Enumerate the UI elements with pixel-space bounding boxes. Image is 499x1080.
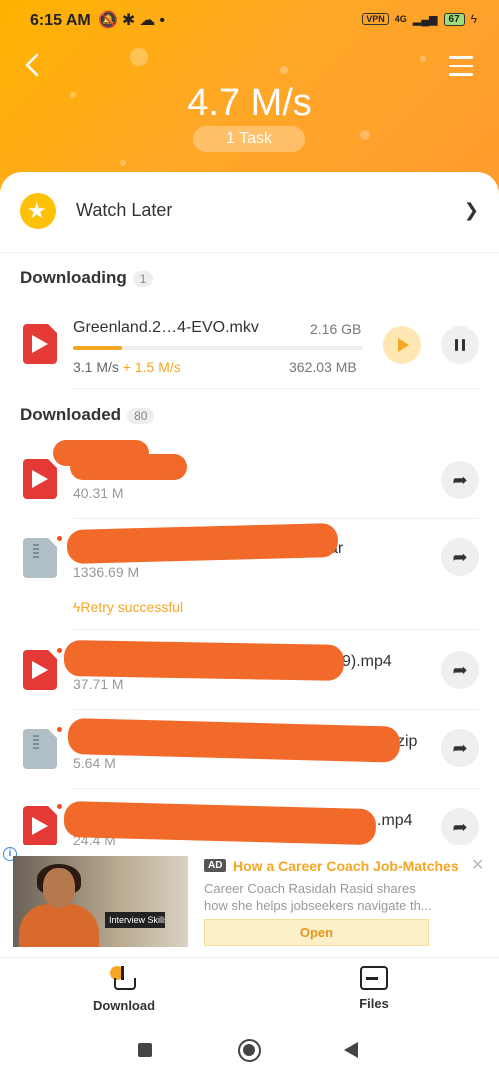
total-speed: 4.7 M/s (187, 82, 312, 124)
pause-button[interactable] (441, 326, 479, 364)
download-speed: 3.1 M/s + 1.5 M/s (73, 359, 181, 375)
redaction (70, 454, 187, 480)
divider (73, 788, 479, 789)
download-icon (110, 966, 138, 992)
divider (73, 709, 479, 710)
ad-badge: AD (204, 859, 227, 872)
share-button[interactable]: ➦ (441, 538, 479, 576)
section-title-downloading: Downloading 1 (20, 268, 154, 288)
home-icon[interactable] (238, 1039, 261, 1062)
play-icon (398, 338, 409, 352)
ad-banner[interactable]: i Interview Skills AD How a Career Coach… (0, 845, 499, 957)
share-button[interactable]: ➦ (441, 651, 479, 689)
divider (0, 252, 499, 253)
decor-dot (280, 66, 288, 74)
zip-file-icon (23, 729, 57, 769)
video-file-icon (23, 650, 57, 690)
charging-icon: ϟ (470, 12, 477, 26)
star-icon: ★ (20, 193, 56, 229)
ad-image-sign: Interview Skills (105, 912, 165, 928)
bottom-navigation: Download Files (0, 957, 499, 1021)
divider (73, 629, 479, 630)
file-size: 5.64 M (73, 755, 116, 771)
file-size: 37.71 M (73, 676, 124, 692)
file-name: 9).mp4 (342, 653, 392, 670)
nav-label: Download (92, 998, 156, 1013)
decor-dot (360, 130, 370, 140)
signal-icon: ▂▄▆ (412, 13, 438, 26)
share-icon: ➦ (452, 547, 468, 567)
file-name: zip (397, 733, 418, 750)
clock: 6:15 AM (30, 12, 91, 29)
download-progress-bar (73, 346, 363, 350)
ad-title[interactable]: How a Career Coach Job-Matches (233, 858, 459, 874)
share-button[interactable]: ➦ (441, 729, 479, 767)
video-file-icon (23, 806, 57, 846)
file-name: Greenland.2…4-EVO.mkv (73, 319, 259, 336)
person-illustration (19, 864, 99, 947)
notification-icons: 🔕✱☁• (98, 12, 169, 29)
count-badge: 1 (132, 270, 154, 287)
count-badge: 80 (127, 407, 155, 424)
share-button[interactable]: ➦ (441, 461, 479, 499)
battery-icon: 67 (443, 12, 465, 26)
share-icon: ➦ (452, 738, 468, 758)
zip-file-icon (23, 538, 57, 578)
decor-dot (120, 160, 126, 166)
share-icon: ➦ (452, 817, 468, 837)
folder-icon (360, 966, 388, 990)
menu-icon[interactable] (449, 56, 473, 76)
downloaded-amount: 362.03 MB (289, 359, 357, 375)
share-button[interactable]: ➦ (441, 808, 479, 846)
section-title-downloaded: Downloaded 80 (20, 405, 155, 425)
video-file-icon (23, 324, 57, 364)
nav-label: Files (359, 996, 389, 1011)
decor-dot (130, 48, 148, 66)
nav-tab-files[interactable]: Files (324, 966, 424, 1011)
progress-fill (73, 346, 123, 350)
task-count-badge: 1 Task (193, 126, 305, 152)
divider (73, 518, 479, 519)
ad-image[interactable]: Interview Skills (13, 856, 188, 947)
chevron-right-icon: ❯ (463, 200, 479, 220)
file-size: 40.31 M (73, 485, 124, 501)
file-total-size: 2.16 GB (310, 321, 362, 337)
decor-dot (420, 56, 426, 62)
retry-status: ϟRetry successful (73, 599, 184, 615)
back-arrow-icon[interactable] (22, 50, 44, 80)
file-size: 1336.69 M (73, 564, 140, 580)
ad-open-button[interactable]: Open (204, 919, 429, 946)
redaction (67, 718, 401, 763)
new-indicator-dot (57, 536, 62, 541)
nav-tab-download[interactable]: Download (74, 966, 174, 1013)
status-bar: 6:15 AM 🔕✱☁• VPN 4G ▂▄▆ 67 ϟ (0, 8, 499, 36)
file-name: .mp4 (377, 812, 413, 829)
ad-description: Career Coach Rasidah Rasid shares how sh… (204, 881, 432, 913)
play-button[interactable] (383, 326, 421, 364)
divider (73, 388, 479, 389)
share-icon: ➦ (452, 660, 468, 680)
watch-later-label: Watch Later (76, 200, 173, 220)
pause-icon (455, 339, 465, 351)
video-file-icon (23, 459, 57, 499)
recents-icon[interactable] (138, 1043, 152, 1057)
watch-later-row[interactable]: ★ Watch Later ❯ (0, 172, 499, 252)
share-icon: ➦ (452, 470, 468, 490)
new-indicator-dot (57, 648, 62, 653)
new-indicator-dot (57, 727, 62, 732)
redaction (63, 640, 345, 681)
new-indicator-dot (57, 804, 62, 809)
redaction (66, 522, 339, 564)
system-navigation-bar (0, 1021, 499, 1080)
back-triangle-icon[interactable] (344, 1042, 358, 1058)
vpn-badge: VPN (362, 13, 389, 25)
close-icon[interactable]: ✕ (471, 855, 484, 875)
network-icon: 4G (394, 14, 407, 24)
